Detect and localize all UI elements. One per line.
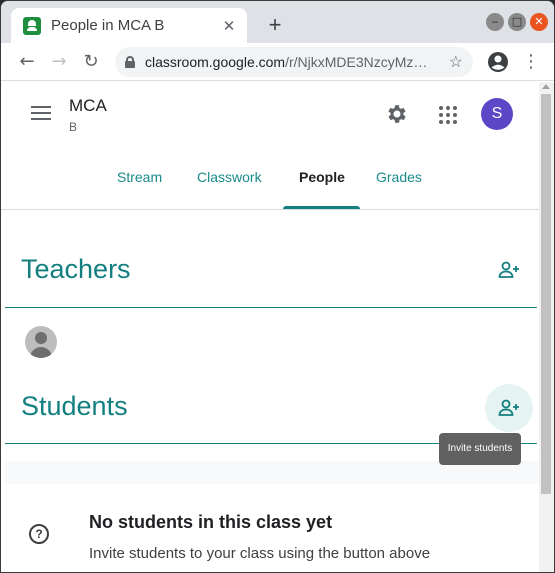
maximize-button[interactable]: □ — [508, 13, 526, 31]
class-name[interactable]: MCA — [69, 96, 107, 116]
class-section: B — [69, 120, 78, 134]
page-scrollbar[interactable] — [539, 82, 554, 572]
google-apps-icon[interactable] — [439, 106, 457, 124]
add-person-icon — [498, 399, 519, 416]
browser-window: People in MCA B ✕ + ‒ □ ✕ ← → ↻ classroo… — [0, 0, 555, 573]
hamburger-menu-icon[interactable] — [31, 106, 51, 120]
empty-state-text: Invite students to your class using the … — [89, 545, 431, 562]
tab-classwork[interactable]: Classwork — [197, 169, 262, 185]
classroom-favicon-icon — [23, 16, 41, 35]
settings-gear-icon[interactable] — [385, 102, 409, 126]
browser-toolbar: ← → ↻ classroom.google.com/r/NjkxMDE3Nzc… — [1, 43, 554, 81]
window-controls: ‒ □ ✕ — [486, 13, 548, 31]
profile-icon[interactable] — [486, 50, 510, 74]
tab-people[interactable]: People — [299, 169, 345, 185]
students-heading: Students — [21, 391, 128, 421]
tab-stream[interactable]: Stream — [117, 169, 162, 185]
url-path: /r/NjkxMDE3NzcyMz… — [285, 54, 428, 70]
minimize-button[interactable]: ‒ — [486, 13, 504, 31]
invite-teachers-button[interactable] — [485, 246, 533, 294]
url-text[interactable]: classroom.google.com/r/NjkxMDE3NzcyMz… — [145, 54, 443, 70]
tab-strip: People in MCA B ✕ + ‒ □ ✕ — [1, 1, 554, 43]
tab-title: People in MCA B — [51, 17, 165, 34]
teacher-avatar[interactable] — [25, 326, 57, 358]
class-header: MCA B S — [1, 82, 539, 146]
invite-students-button[interactable] — [485, 384, 533, 432]
browser-tab[interactable]: People in MCA B ✕ — [11, 8, 247, 43]
tabs-divider — [1, 209, 539, 210]
teachers-heading: Teachers — [21, 254, 131, 284]
teachers-divider — [5, 307, 537, 308]
lock-icon[interactable] — [125, 56, 135, 68]
window-close-button[interactable]: ✕ — [530, 13, 548, 31]
tab-grades[interactable]: Grades — [376, 169, 422, 185]
new-tab-button[interactable]: + — [263, 14, 287, 38]
classroom-page: MCA B S Stream Classwork People Grades T… — [1, 82, 539, 572]
scroll-thumb[interactable] — [541, 94, 551, 494]
invite-students-tooltip: Invite students — [439, 433, 521, 465]
scroll-up-arrow-icon[interactable] — [542, 84, 550, 89]
user-avatar[interactable]: S — [481, 98, 513, 130]
help-icon[interactable]: ? — [29, 524, 49, 544]
address-bar[interactable]: classroom.google.com/r/NjkxMDE3NzcyMz… ☆ — [115, 47, 473, 77]
forward-icon[interactable]: → — [47, 50, 71, 74]
url-host: classroom.google.com — [145, 54, 286, 70]
reload-icon[interactable]: ↻ — [79, 50, 103, 74]
empty-state-title: No students in this class yet — [89, 512, 333, 532]
back-icon[interactable]: ← — [15, 50, 39, 74]
class-tabs: Stream Classwork People Grades — [1, 160, 539, 210]
add-person-icon — [498, 261, 519, 278]
tab-close-icon[interactable]: ✕ — [219, 16, 239, 36]
bookmark-star-icon[interactable]: ☆ — [449, 52, 463, 72]
browser-menu-icon[interactable]: ⋮ — [519, 50, 543, 74]
